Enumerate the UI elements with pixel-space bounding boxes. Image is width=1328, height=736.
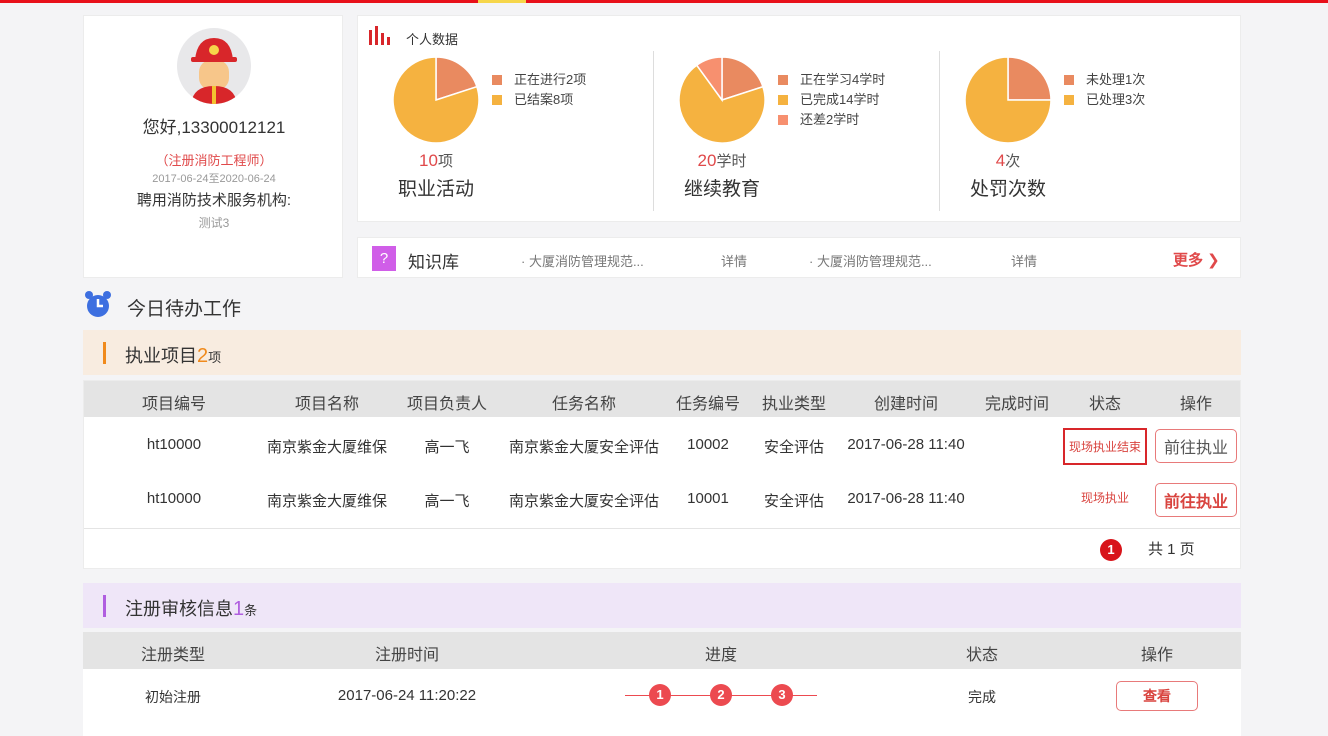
table-cell: 10002 bbox=[687, 436, 729, 453]
table-cell: 南京紫金大厦维保 bbox=[266, 493, 388, 510]
reg-time: 2017-06-24 11:20:22 bbox=[337, 687, 477, 704]
table-cell: 安全评估 bbox=[763, 439, 825, 456]
projects-header: 执业项目2项 bbox=[83, 330, 1241, 375]
registration-header: 注册审核信息1条 bbox=[83, 583, 1241, 628]
stats-title: 个人数据 bbox=[406, 32, 459, 47]
column-header: 任务编号 bbox=[675, 396, 741, 413]
alarm-clock-icon bbox=[85, 291, 111, 317]
registration-unit: 条 bbox=[244, 603, 258, 618]
registration-title: 注册审核信息 bbox=[125, 599, 233, 619]
pie-title: 处罚次数 bbox=[969, 179, 1046, 200]
avatar bbox=[177, 28, 251, 104]
table-cell: 南京紫金大厦维保 bbox=[266, 439, 388, 456]
stats-card: 个人数据 正在进行2项 已结案8项 10项 职业活动 正在学习4学时 已完成14学时… bbox=[357, 15, 1241, 222]
bar-chart-icon bbox=[369, 26, 390, 45]
page-total: 共 1 页 bbox=[1148, 541, 1195, 558]
table-row: 初始注册 2017-06-24 11:20:22 1 2 3 完成 查看 bbox=[83, 669, 1241, 724]
column-header: 操作 bbox=[1140, 647, 1174, 664]
question-icon: ? bbox=[372, 246, 396, 271]
column-header: 执业类型 bbox=[761, 396, 827, 413]
table-cell: ht10000 bbox=[146, 436, 202, 453]
column-header: 项目负责人 bbox=[406, 396, 488, 413]
view-button[interactable]: 查看 bbox=[1116, 681, 1198, 711]
table-row: ht10000 南京紫金大厦维保 高一飞 南京紫金大厦安全评估 10001 安全评估 201… bbox=[84, 472, 1240, 524]
knowledge-title: 知识库 bbox=[408, 253, 459, 272]
table-cell: 高一飞 bbox=[424, 439, 470, 456]
legend-item: 已结案8项 bbox=[492, 90, 586, 110]
column-header: 进度 bbox=[704, 647, 738, 664]
column-header: 状态 bbox=[1088, 396, 1122, 413]
table-cell: 2017-06-28 11:40 bbox=[847, 490, 965, 507]
progress-step: 1 bbox=[649, 684, 671, 706]
table-row: ht10000 南京紫金大厦维保 高一飞 南京紫金大厦安全评估 10002 安全评估 201… bbox=[84, 418, 1240, 470]
legend-item: 还差2学时 bbox=[778, 110, 885, 130]
go-practice-button[interactable]: 前往执业 bbox=[1154, 483, 1238, 517]
table-cell: 高一飞 bbox=[424, 493, 470, 510]
table-cell: 南京紫金大厦安全评估 bbox=[508, 439, 660, 456]
reg-status: 完成 bbox=[968, 689, 996, 705]
knowledge-bar: ? 知识库 · 大厦消防管理规范... 详情 · 大厦消防管理规范... 详情 … bbox=[357, 237, 1241, 278]
page-1-button[interactable]: 1 bbox=[1100, 539, 1122, 561]
table-cell: ht10000 bbox=[146, 490, 202, 507]
legend-item: 正在学习4学时 bbox=[778, 70, 885, 90]
greeting: 您好,13300012121 bbox=[142, 118, 286, 137]
detail-link[interactable]: 详情 bbox=[721, 251, 747, 270]
pie-title: 职业活动 bbox=[397, 179, 474, 200]
projects-title: 执业项目 bbox=[125, 346, 197, 366]
todo-title: 今日待办工作 bbox=[127, 299, 242, 320]
top-bar bbox=[0, 0, 1328, 3]
legend-item: 正在进行2项 bbox=[492, 70, 586, 90]
column-header: 状态 bbox=[965, 647, 999, 664]
column-header: 完成时间 bbox=[984, 396, 1050, 413]
go-practice-button[interactable]: 前往执业 bbox=[1154, 429, 1238, 463]
org-name: 测试3 bbox=[198, 216, 230, 230]
progress-steps: 1 2 3 bbox=[625, 684, 817, 708]
column-header: 创建时间 bbox=[873, 396, 939, 413]
registration-count: 1 bbox=[233, 598, 245, 620]
role: （注册消防工程师） bbox=[155, 153, 273, 168]
table-cell: 南京紫金大厦安全评估 bbox=[508, 493, 660, 510]
legend-item: 已完成14学时 bbox=[778, 90, 885, 110]
knowledge-item[interactable]: · 大厦消防管理规范... bbox=[809, 251, 932, 270]
pie-chart: 正在进行2项 已结案8项 10项 职业活动 bbox=[392, 56, 672, 216]
column-header: 操作 bbox=[1179, 396, 1213, 413]
pie-total: 20学时 bbox=[697, 151, 747, 170]
legend-item: 未处理1次 bbox=[1064, 70, 1145, 90]
projects-table: 项目编号 项目名称 项目负责人 任务名称 任务编号 执业类型 创建时间 完成时间 状态 操作 ht… bbox=[83, 380, 1241, 569]
table-header: 项目编号 项目名称 项目负责人 任务名称 任务编号 执业类型 创建时间 完成时间 状态 操作 bbox=[84, 381, 1240, 417]
registration-table: 注册类型 注册时间 进度 状态 操作 初始注册 2017-06-24 11:20:22 … bbox=[83, 632, 1241, 736]
table-header: 注册类型 注册时间 进度 状态 操作 bbox=[83, 632, 1241, 669]
legend-item: 已处理3次 bbox=[1064, 90, 1145, 110]
table-cell: 10001 bbox=[687, 490, 729, 507]
pie-slice bbox=[1007, 56, 1052, 101]
pie-total: 10项 bbox=[419, 151, 453, 170]
pie-chart: 正在学习4学时 已完成14学时 还差2学时 20学时 继续教育 bbox=[678, 56, 958, 216]
period: 2017-06-24至2020-06-24 bbox=[152, 173, 276, 185]
reg-type: 初始注册 bbox=[145, 689, 201, 705]
column-header: 注册时间 bbox=[374, 647, 440, 664]
progress-step: 3 bbox=[771, 684, 793, 706]
status-text: 现场执业结束 bbox=[1062, 428, 1148, 465]
projects-count: 2 bbox=[197, 345, 209, 367]
table-cell: 安全评估 bbox=[763, 493, 825, 510]
column-header: 注册类型 bbox=[140, 647, 206, 664]
org-label: 聘用消防技术服务机构: bbox=[136, 192, 292, 209]
pie-title: 继续教育 bbox=[683, 179, 760, 200]
pie-total: 4次 bbox=[995, 151, 1021, 170]
progress-step: 2 bbox=[710, 684, 732, 706]
pie-chart: 未处理1次 已处理3次 4次 处罚次数 bbox=[964, 56, 1244, 216]
column-header: 任务名称 bbox=[551, 396, 617, 413]
column-header: 项目编号 bbox=[141, 396, 207, 413]
column-header: 项目名称 bbox=[294, 396, 360, 413]
more-link[interactable]: 更多 ❯ bbox=[1173, 249, 1220, 270]
status-text: 现场执业 bbox=[1080, 491, 1130, 505]
profile-card: 您好,13300012121 （注册消防工程师） 2017-06-24至2020… bbox=[83, 15, 343, 278]
projects-unit: 项 bbox=[208, 350, 222, 365]
knowledge-item[interactable]: · 大厦消防管理规范... bbox=[521, 251, 644, 270]
table-cell: 2017-06-28 11:40 bbox=[847, 436, 965, 453]
detail-link[interactable]: 详情 bbox=[1011, 251, 1037, 270]
